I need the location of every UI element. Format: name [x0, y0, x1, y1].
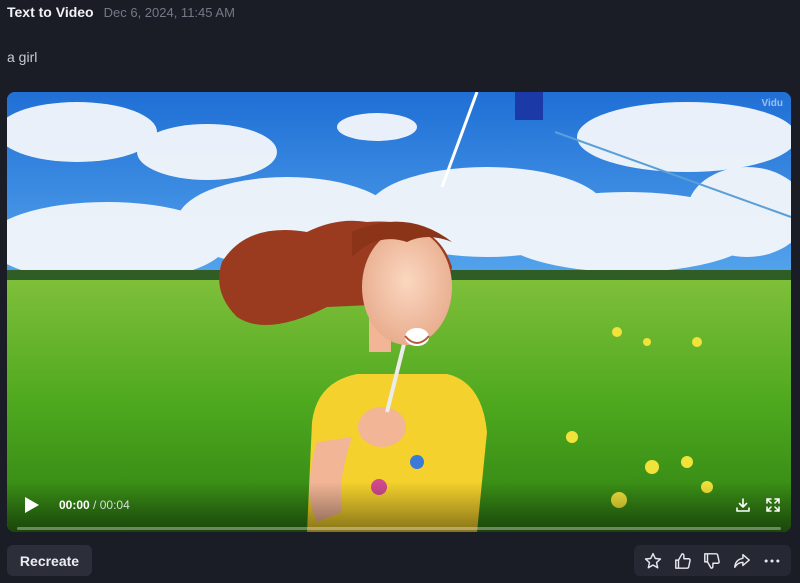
duration: 00:04	[99, 498, 130, 512]
video-time: 00:00 / 00:04	[59, 498, 130, 512]
play-icon	[25, 497, 39, 513]
generation-type-title: Text to Video	[7, 4, 94, 20]
video-controls: 00:00 / 00:04	[7, 482, 791, 532]
star-icon	[644, 552, 662, 568]
download-icon	[736, 498, 750, 512]
action-bar	[634, 545, 791, 576]
thumbs-down-icon	[704, 552, 721, 569]
thumbs-up-icon	[674, 552, 691, 569]
video-frame	[7, 92, 791, 532]
more-icon	[764, 558, 780, 563]
time-separator: /	[89, 498, 100, 512]
dislike-button[interactable]	[700, 549, 724, 573]
recreate-button[interactable]: Recreate	[7, 545, 92, 576]
download-button[interactable]	[733, 495, 753, 515]
progress-bar[interactable]	[17, 527, 781, 530]
card-header: Text to Video Dec 6, 2024, 11:45 AM	[7, 4, 235, 22]
like-button[interactable]	[671, 549, 695, 573]
prompt-text: a girl	[7, 49, 38, 65]
generation-card: Text to Video Dec 6, 2024, 11:45 AM a gi…	[0, 0, 800, 583]
share-icon	[734, 553, 751, 568]
video-watermark: Vidu	[761, 98, 783, 109]
video-player[interactable]: Vidu 00:00 / 00:04	[7, 92, 791, 532]
favorite-button[interactable]	[641, 549, 665, 573]
more-button[interactable]	[760, 549, 784, 573]
play-button[interactable]	[21, 494, 43, 516]
fullscreen-icon	[766, 498, 780, 512]
share-button[interactable]	[730, 549, 754, 573]
fullscreen-button[interactable]	[763, 495, 783, 515]
generation-timestamp: Dec 6, 2024, 11:45 AM	[103, 5, 235, 20]
current-time: 00:00	[59, 498, 90, 512]
